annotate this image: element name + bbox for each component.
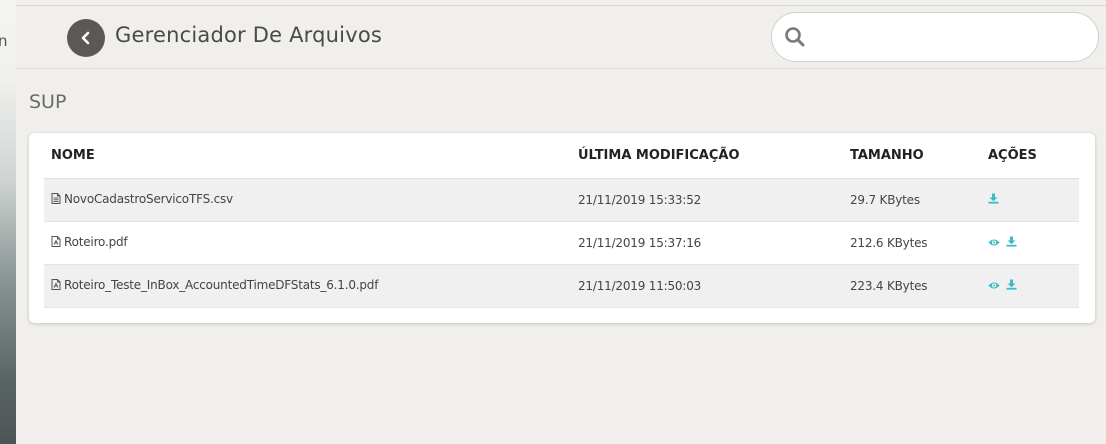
file-size: 212.6 KBytes — [843, 221, 981, 265]
file-name[interactable]: Roteiro_Teste_InBox_AccountedTimeDFStats… — [64, 278, 378, 292]
search-input[interactable] — [814, 29, 1084, 45]
table-row[interactable]: Roteiro.pdf 21/11/2019 15:37:16 212.6 KB… — [44, 221, 1079, 265]
sidebar: n — [0, 0, 16, 444]
file-text-icon — [51, 193, 61, 207]
download-icon[interactable] — [1006, 236, 1017, 250]
file-pdf-icon — [51, 279, 61, 293]
header: Gerenciador De Arquivos — [16, 6, 1106, 69]
file-name-cell[interactable]: Roteiro.pdf — [44, 221, 571, 265]
main-content: Gerenciador De Arquivos SUP NOME ÚLTIMA … — [16, 0, 1106, 444]
file-actions — [981, 264, 1079, 308]
eye-icon[interactable] — [988, 236, 1000, 250]
column-header-name[interactable]: NOME — [44, 133, 571, 179]
file-modified: 21/11/2019 11:50:03 — [571, 264, 843, 308]
page-title: Gerenciador De Arquivos — [115, 23, 383, 47]
file-name-cell[interactable]: Roteiro_Teste_InBox_AccountedTimeDFStats… — [44, 264, 571, 308]
file-pdf-icon — [51, 236, 61, 250]
file-size: 29.7 KBytes — [843, 178, 981, 222]
column-header-actions: AÇÕES — [981, 133, 1079, 179]
folder-name: SUP — [29, 91, 67, 113]
column-header-modified[interactable]: ÚLTIMA MODIFICAÇÃO — [571, 133, 843, 179]
column-header-size[interactable]: TAMANHO — [843, 133, 981, 179]
download-icon[interactable] — [988, 193, 999, 207]
file-actions — [981, 221, 1079, 265]
search-icon — [784, 26, 806, 48]
file-actions — [981, 178, 1079, 222]
search-box[interactable] — [771, 12, 1099, 62]
file-size: 223.4 KBytes — [843, 264, 981, 308]
file-modified: 21/11/2019 15:33:52 — [571, 178, 843, 222]
file-name[interactable]: NovoCadastroServicoTFS.csv — [64, 192, 233, 206]
sidebar-partial-text: n — [0, 32, 8, 50]
download-icon[interactable] — [1006, 279, 1017, 293]
chevron-left-icon — [81, 31, 90, 45]
table-row[interactable]: Roteiro_Teste_InBox_AccountedTimeDFStats… — [44, 264, 1079, 308]
back-button[interactable] — [67, 19, 105, 57]
file-name[interactable]: Roteiro.pdf — [64, 235, 128, 249]
file-table: NOME ÚLTIMA MODIFICAÇÃO TAMANHO AÇÕES No… — [44, 133, 1079, 308]
eye-icon[interactable] — [988, 279, 1000, 293]
table-header-row: NOME ÚLTIMA MODIFICAÇÃO TAMANHO AÇÕES — [44, 133, 1079, 179]
file-table-card: NOME ÚLTIMA MODIFICAÇÃO TAMANHO AÇÕES No… — [29, 133, 1095, 323]
file-name-cell[interactable]: NovoCadastroServicoTFS.csv — [44, 178, 571, 222]
file-modified: 21/11/2019 15:37:16 — [571, 221, 843, 265]
table-row[interactable]: NovoCadastroServicoTFS.csv 21/11/2019 15… — [44, 178, 1079, 222]
